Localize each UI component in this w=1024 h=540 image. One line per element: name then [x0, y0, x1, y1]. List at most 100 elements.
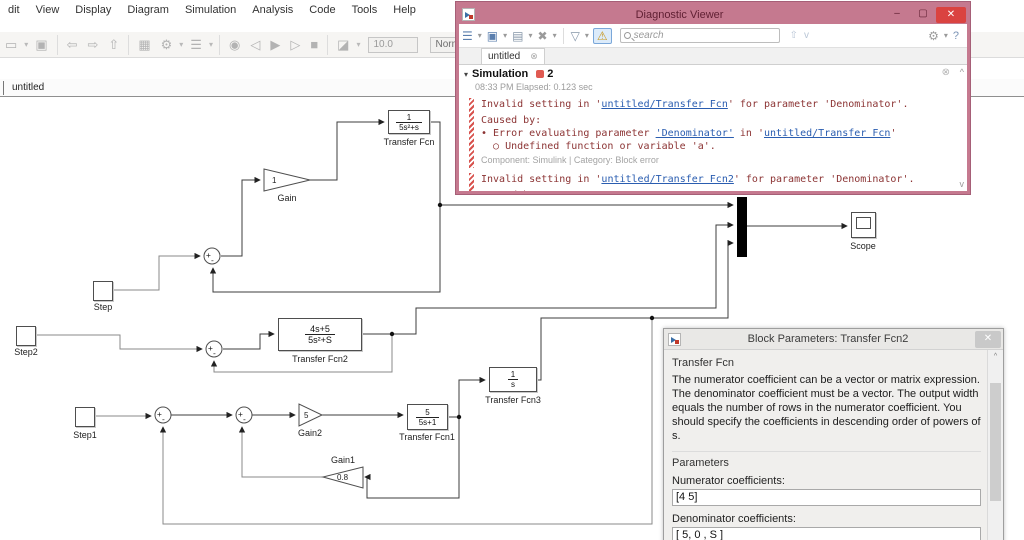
- error-stripe: [469, 173, 474, 191]
- simulink-app: dit View Display Diagram Simulation Anal…: [0, 0, 1024, 540]
- sum-blocks[interactable]: [154, 247, 253, 424]
- dv-search-input[interactable]: search: [619, 28, 780, 43]
- numerator-label: Numerator coefficients:: [672, 475, 785, 487]
- dv-error-line: ○ Undefined function or variable 'a'.: [481, 141, 716, 152]
- block-link[interactable]: untitled/Transfer Fcn2: [601, 174, 733, 185]
- svg-text:1: 1: [272, 176, 277, 185]
- step2-label: Step2: [14, 347, 38, 357]
- bp-window-title: Block Parameters: Transfer Fcn2: [747, 333, 909, 345]
- error-badge-icon: [536, 70, 545, 78]
- transfer-fcn2-label: Transfer Fcn2: [292, 354, 348, 364]
- dv-error-2: Invalid setting in 'untitled/Transfer Fc…: [469, 173, 967, 191]
- scroll-up-arrow-icon[interactable]: ^: [988, 350, 1003, 360]
- dv-tab-label: untitled: [488, 51, 521, 62]
- dv-group-close-icon[interactable]: ⊗: [942, 67, 950, 78]
- copy-caret-icon[interactable]: ▾: [526, 31, 534, 40]
- transfer-fcn1-label: Transfer Fcn1: [399, 432, 455, 442]
- scope-label: Scope: [850, 241, 876, 251]
- dv-error-line: Invalid setting in 'untitled/Transfer Fc…: [481, 99, 909, 110]
- transfer-fcn2-block[interactable]: 4s+5 5s²+S: [278, 318, 362, 351]
- numerator-input[interactable]: [4 5]: [672, 489, 981, 506]
- transfer-fcn1-block[interactable]: 5 5s+1: [407, 404, 448, 430]
- bp-section-heading: Transfer Fcn: [672, 357, 734, 369]
- maximize-button[interactable]: ▢: [910, 7, 936, 22]
- transfer-fcn3-block[interactable]: 1 s: [489, 367, 537, 392]
- collapse-triangle-icon[interactable]: ▾: [464, 70, 468, 79]
- step1-label: Step1: [73, 430, 97, 440]
- tf2-denominator: 5s²+S: [305, 334, 335, 345]
- gain2-label: Gain2: [297, 428, 323, 438]
- tf3-numerator: 1: [510, 370, 516, 379]
- dv-timestamp: 08:33 PM Elapsed: 0.123 sec: [475, 82, 593, 92]
- dv-toolbar-separator: [562, 27, 564, 44]
- gain2-block[interactable]: [298, 403, 324, 427]
- bp-titlebar[interactable]: Block Parameters: Transfer Fcn2 ✕: [664, 329, 1003, 350]
- gain-block[interactable]: [263, 168, 311, 192]
- svg-text:-: -: [210, 256, 215, 265]
- step1-block[interactable]: [75, 407, 95, 427]
- clear-icon[interactable]: ✖: [535, 29, 551, 43]
- dv-error-line: • Error evaluating parameter 'Denominato…: [481, 128, 897, 139]
- dv-error-1: Invalid setting in 'untitled/Transfer Fc…: [469, 98, 967, 168]
- dv-settings-gear-icon[interactable]: ⚙: [925, 29, 942, 43]
- stage-highlight-icon[interactable]: ⚠: [592, 27, 612, 44]
- clear-caret-icon[interactable]: ▾: [551, 31, 559, 40]
- block-link[interactable]: untitled/Transfer Fcn: [764, 128, 890, 139]
- bp-scrollbar[interactable]: ^: [987, 350, 1003, 540]
- dv-error-line: Invalid setting in 'untitled/Transfer Fc…: [481, 174, 915, 185]
- simulink-icon: [668, 332, 681, 346]
- minimize-button[interactable]: –: [884, 7, 910, 22]
- next-match-icon[interactable]: v: [801, 30, 812, 41]
- dv-tab-untitled[interactable]: untitled ⊗: [481, 48, 545, 64]
- dv-error-line: Caused by:: [481, 115, 542, 126]
- save-caret-icon[interactable]: ▾: [501, 31, 509, 40]
- tf-numerator: 1: [406, 112, 412, 122]
- report-icon[interactable]: ☰: [459, 29, 476, 43]
- transfer-fcn3-label: Transfer Fcn3: [485, 395, 541, 405]
- svg-text:-: -: [161, 415, 166, 424]
- search-icon: [623, 32, 631, 39]
- bp-description: The numerator coefficient can be a vecto…: [672, 373, 981, 452]
- dv-error-meta: Component: Simulink | Category: Block er…: [481, 155, 659, 165]
- dv-simulation-group[interactable]: ▾ Simulation 2: [459, 65, 967, 80]
- dv-content: ⊗ ^ v ▾ Simulation 2 08:33 PM Elapsed: 0…: [459, 65, 967, 191]
- dv-error-line: Caused by:: [481, 189, 967, 191]
- filter-icon[interactable]: ▽: [568, 29, 583, 43]
- transfer-fcn-block[interactable]: 1 5s²+s: [388, 110, 430, 134]
- filter-caret-icon[interactable]: ▾: [583, 31, 591, 40]
- block-link[interactable]: untitled/Transfer Fcn: [601, 99, 727, 110]
- diagnostic-viewer-window: Diagnostic Viewer – ▢ ✕ ☰ ▾ ▣ ▾ ▤ ▾ ✖ ▾ …: [456, 2, 970, 194]
- prev-match-icon[interactable]: ⇧: [780, 30, 801, 41]
- tf3-denominator: s: [508, 379, 518, 389]
- scope-screen: [856, 217, 871, 229]
- gain-label: Gain: [277, 193, 297, 203]
- dv-titlebar[interactable]: Diagnostic Viewer – ▢ ✕: [459, 5, 967, 24]
- copy-icon[interactable]: ▤: [509, 29, 526, 43]
- dv-toolbar: ☰ ▾ ▣ ▾ ▤ ▾ ✖ ▾ ▽ ▾ ⚠ search ⇧ v ⚙ ▾ ?: [459, 24, 967, 48]
- dv-search-placeholder: search: [633, 30, 664, 41]
- step-block[interactable]: [93, 281, 113, 301]
- denominator-input[interactable]: [ 5, 0 , S ]: [672, 527, 981, 540]
- close-button[interactable]: ✕: [975, 330, 1001, 348]
- svg-text:0.8: 0.8: [337, 473, 349, 482]
- tf2-numerator: 4s+5: [310, 324, 330, 334]
- save-log-icon[interactable]: ▣: [484, 29, 501, 43]
- dv-settings-caret-icon[interactable]: ▾: [942, 31, 950, 40]
- scope-block[interactable]: [851, 212, 876, 238]
- svg-text:5: 5: [304, 411, 309, 420]
- step2-block[interactable]: [16, 326, 36, 346]
- close-button[interactable]: ✕: [936, 6, 966, 23]
- bp-parameters-heading: Parameters: [672, 457, 729, 469]
- scrollbar-thumb[interactable]: [990, 383, 1001, 501]
- dv-tab-close-icon[interactable]: ⊗: [530, 51, 538, 62]
- help-icon[interactable]: ?: [950, 30, 967, 42]
- simulink-icon: [462, 8, 475, 21]
- report-caret-icon[interactable]: ▾: [476, 31, 484, 40]
- dv-error-count: 2: [547, 68, 554, 80]
- dv-tab-bar: untitled ⊗: [459, 48, 967, 65]
- gain1-label: Gain1: [330, 455, 356, 465]
- param-link[interactable]: 'Denominator': [656, 128, 734, 139]
- dv-scroll-up-icon[interactable]: ^: [960, 67, 964, 77]
- mux-block[interactable]: [737, 197, 747, 257]
- svg-text:-: -: [212, 349, 217, 358]
